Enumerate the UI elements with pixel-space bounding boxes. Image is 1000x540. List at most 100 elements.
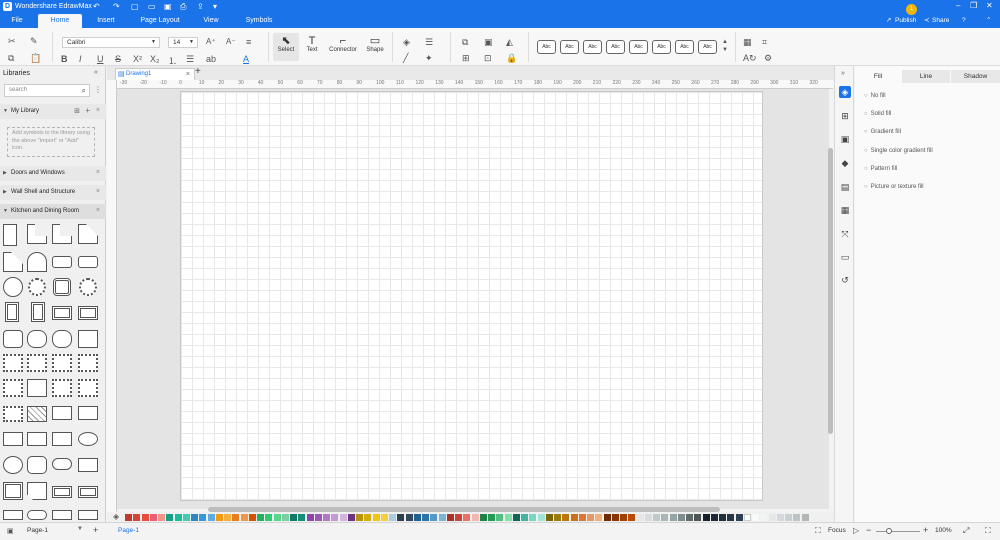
export-icon[interactable]: ⇪ <box>197 2 204 11</box>
color-swatch[interactable] <box>265 514 273 521</box>
search-input[interactable]: search <box>9 87 27 93</box>
color-swatch[interactable] <box>323 514 330 521</box>
color-swatch[interactable] <box>521 514 528 521</box>
appliance-symbol[interactable] <box>78 406 98 420</box>
tab-line[interactable]: Line <box>902 70 950 83</box>
redo-icon[interactable]: ↷ <box>113 2 120 11</box>
color-swatch[interactable] <box>174 514 182 521</box>
round-table-symbol[interactable] <box>3 277 23 297</box>
zoom-out-icon[interactable]: − <box>866 525 871 535</box>
tab-home[interactable]: Home <box>38 14 82 28</box>
cut-icon[interactable]: ✂ <box>8 36 16 47</box>
tools-icon[interactable]: ⚙ <box>764 53 772 64</box>
color-swatch[interactable] <box>281 514 289 521</box>
cooktop-symbol[interactable] <box>3 406 23 422</box>
image-icon[interactable]: ▣ <box>839 133 851 145</box>
color-swatch[interactable] <box>545 514 553 521</box>
select-tool[interactable]: ⬉ Select <box>274 36 298 54</box>
style-preset-2[interactable]: Abc <box>560 40 579 54</box>
style-preset-3[interactable]: Abc <box>583 40 602 54</box>
search-icon[interactable]: ⌕ <box>82 86 86 96</box>
open-icon[interactable]: ▭ <box>148 2 156 11</box>
toilet-symbol[interactable] <box>27 456 47 474</box>
tab-page-layout[interactable]: Page Layout <box>140 14 180 28</box>
library-search[interactable]: search ⌕ <box>4 84 90 97</box>
color-swatch[interactable] <box>496 514 504 521</box>
fullscreen-icon[interactable]: ⛶ <box>985 526 991 536</box>
color-swatch[interactable] <box>413 514 421 521</box>
table-chairs-symbol[interactable] <box>79 278 97 296</box>
font-family-select[interactable]: Calibri ▼ <box>62 37 160 48</box>
color-swatch[interactable] <box>512 514 520 521</box>
color-swatch[interactable] <box>380 514 388 521</box>
bold-icon[interactable]: B <box>61 54 68 64</box>
l-counter-symbol[interactable] <box>27 224 47 244</box>
share-icon[interactable]: ≺ <box>924 14 929 28</box>
appliance-symbol[interactable] <box>78 458 98 472</box>
l-counter-symbol[interactable] <box>52 224 72 244</box>
range-symbol[interactable] <box>27 354 47 372</box>
color-swatch[interactable] <box>232 514 240 521</box>
counter-symbol[interactable] <box>3 224 17 246</box>
color-swatch[interactable] <box>446 514 454 521</box>
fit-page-icon[interactable]: ⤢ <box>963 526 969 536</box>
color-swatch[interactable] <box>686 514 693 521</box>
line-color-icon[interactable]: ╱ <box>403 53 408 64</box>
microwave-symbol[interactable] <box>52 432 72 446</box>
page-layout-icon[interactable]: ▣ <box>7 527 14 535</box>
range-symbol[interactable] <box>78 354 98 372</box>
fill-option-picture[interactable]: ○ Picture or texture fill <box>864 184 924 190</box>
zoom-level[interactable]: 100% <box>935 527 952 534</box>
washer-symbol[interactable] <box>78 432 98 446</box>
color-swatch[interactable] <box>760 514 768 521</box>
color-swatch[interactable] <box>182 514 190 521</box>
superscript-icon[interactable]: X² <box>133 54 142 64</box>
oven-symbol[interactable] <box>27 379 47 397</box>
lock-icon[interactable]: 🔒 <box>506 53 517 64</box>
color-swatch[interactable] <box>562 514 570 521</box>
fill-picker-icon[interactable]: ◈ <box>113 512 119 521</box>
style-preset-1[interactable]: Abc <box>537 40 556 54</box>
layers-icon[interactable]: ◆ <box>839 157 851 169</box>
style-preset-7[interactable]: Abc <box>675 40 694 54</box>
color-swatch[interactable] <box>463 514 471 521</box>
minimize-icon[interactable]: – <box>956 1 960 10</box>
flip-icon[interactable]: ◭ <box>506 37 513 48</box>
burner-symbol[interactable] <box>3 456 23 474</box>
group-icon[interactable]: ⧉ <box>462 37 468 48</box>
subscript-icon[interactable]: X₂ <box>150 54 160 64</box>
fill-bucket-icon[interactable]: ◈ <box>403 37 410 48</box>
page-tab[interactable]: Page-1 <box>118 527 139 534</box>
color-swatch[interactable] <box>702 514 710 521</box>
styles-scroll-up-icon[interactable]: ▲ <box>722 39 728 45</box>
undo-icon[interactable]: ↶ <box>93 2 100 11</box>
color-swatch[interactable] <box>727 514 735 521</box>
color-swatch[interactable] <box>620 514 627 521</box>
tab-view[interactable]: View <box>200 14 222 28</box>
focus-icon[interactable]: ⛶ <box>815 526 821 536</box>
color-swatch[interactable] <box>488 514 495 521</box>
color-swatch[interactable] <box>240 514 248 521</box>
color-swatch[interactable] <box>215 514 223 521</box>
color-swatch[interactable] <box>793 514 801 521</box>
import-icon[interactable]: ⊞ <box>74 107 80 115</box>
tab-symbols[interactable]: Symbols <box>243 14 275 28</box>
color-swatch[interactable] <box>422 514 429 521</box>
color-swatch[interactable] <box>273 514 281 521</box>
table-chairs-symbol[interactable] <box>53 278 71 296</box>
add-icon[interactable]: + <box>85 106 90 115</box>
my-library-header[interactable]: ▼ My Library ⊞ + × <box>0 104 106 119</box>
presentation-icon[interactable]: ▭ <box>839 251 851 263</box>
color-swatch[interactable] <box>331 514 339 521</box>
style-preset-4[interactable]: Abc <box>606 40 625 54</box>
color-swatch[interactable] <box>372 514 380 521</box>
fill-option-pattern[interactable]: ○ Pattern fill <box>864 166 897 172</box>
shape-tool[interactable]: ▭ Shape <box>363 36 387 54</box>
print-icon[interactable]: ⎙ <box>180 2 186 12</box>
publish-button[interactable]: Publish <box>895 14 916 28</box>
color-swatch[interactable] <box>570 514 578 521</box>
library-menu-icon[interactable]: ⋮ <box>94 85 102 94</box>
color-swatch[interactable] <box>776 514 784 521</box>
color-swatch[interactable] <box>636 514 644 521</box>
color-swatch[interactable] <box>694 514 702 521</box>
